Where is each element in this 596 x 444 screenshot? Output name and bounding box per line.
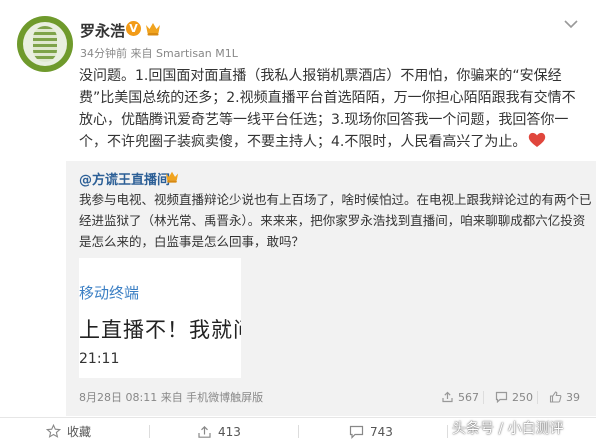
- post-text-line: 没问题。1.回国面对面直播（我私人报销机票酒店）不用怕，你骗来的“安保经: [79, 68, 562, 84]
- star-icon: [46, 424, 61, 438]
- reposted-weibo[interactable]: @方谎王直播间 我参与电视、视频直播辩论少说也有上百场了，啥时候怕过。在电视上跟…: [66, 161, 596, 416]
- repost-text-line: 我参与电视、视频直播辩论少说也有上百场了，啥时候怕过。在电视上跟我辩论过的有两个…: [79, 192, 592, 207]
- crown-icon: [146, 23, 160, 36]
- repost-image-thumbnail[interactable]: 移动终端 上直播不！我就问 21:11: [79, 258, 241, 378]
- divider: [149, 425, 150, 438]
- comment-button[interactable]: 743: [349, 418, 393, 444]
- post-meta: 34分钟前 来自 Smartisan M1L: [80, 47, 238, 60]
- divider: [537, 391, 538, 404]
- repost-footer: 8月28日 08:11 来自 手机微博触屏版 567 250 39: [79, 389, 589, 405]
- repost-time-source[interactable]: 8月28日 08:11 来自 手机微博触屏版: [79, 389, 263, 405]
- thumbnail-text-headline: 上直播不！我就问: [79, 318, 241, 342]
- repost-author[interactable]: @方谎王直播间: [79, 169, 170, 188]
- divider: [447, 425, 448, 438]
- repost-comment-count[interactable]: 250: [495, 389, 533, 405]
- comment-icon: [495, 391, 508, 403]
- avatar[interactable]: [17, 16, 73, 72]
- avatar-capsule-logo: [33, 26, 57, 62]
- favorite-button[interactable]: 收藏: [46, 418, 91, 444]
- post-text-line: 放心，优酷腾讯爱奇艺等一线平台任选；3.现场你回答我一个问题，我回答你一: [79, 112, 569, 128]
- thumbnail-text-time: 21:11: [79, 351, 120, 367]
- divider: [483, 391, 484, 404]
- post-text-line: 费”比美国总统的还多；2.视频直播平台首选陌陌，万一你担心陌陌跟我有交情不: [79, 90, 576, 106]
- repost-like-count[interactable]: 39: [549, 389, 580, 405]
- thumbs-up-icon: [549, 391, 562, 403]
- verified-badge-icon: V: [126, 21, 141, 36]
- chevron-down-icon[interactable]: [562, 17, 580, 31]
- share-icon: [442, 391, 453, 403]
- post-text-line: 个，不许兜圈子装疯卖傻，不要主持人；4.不限时，人民看高兴了为止。: [79, 134, 527, 150]
- repost-share-count[interactable]: 567: [441, 389, 479, 405]
- username[interactable]: 罗永浩: [80, 20, 125, 41]
- repost-text-line: 是怎么来的，白监事是怎么回事，敢吗？: [79, 234, 305, 249]
- crown-icon: [165, 171, 179, 183]
- divider: [298, 425, 299, 438]
- weibo-post: 罗永浩 V 34分钟前 来自 Smartisan M1L 没问题。1.回国面对面…: [0, 0, 596, 444]
- post-text-line-last: 个，不许兜圈子装疯卖傻，不要主持人；4.不限时，人民看高兴了为止。: [79, 131, 579, 153]
- repost-text-line: 经进监狱了（林光常、禹晋永）。来来来，把你家罗永浩找到直播间，咱来聊聊成都六亿投…: [79, 213, 586, 228]
- heart-emoji-icon: [529, 132, 546, 147]
- watermark: 头条号 / 小白测评: [452, 421, 564, 437]
- comment-icon: [349, 425, 364, 439]
- thumbnail-text-mobile: 移动终端: [79, 284, 140, 302]
- share-icon: [198, 425, 211, 438]
- repost-button[interactable]: 413: [197, 418, 241, 444]
- repost-text: 我参与电视、视频直播辩论少说也有上百场了，啥时候怕过。在电视上跟我辩论过的有两个…: [79, 189, 592, 252]
- post-text: 没问题。1.回国面对面直播（我私人报销机票酒店）不用怕，你骗来的“安保经 费”比…: [79, 65, 579, 153]
